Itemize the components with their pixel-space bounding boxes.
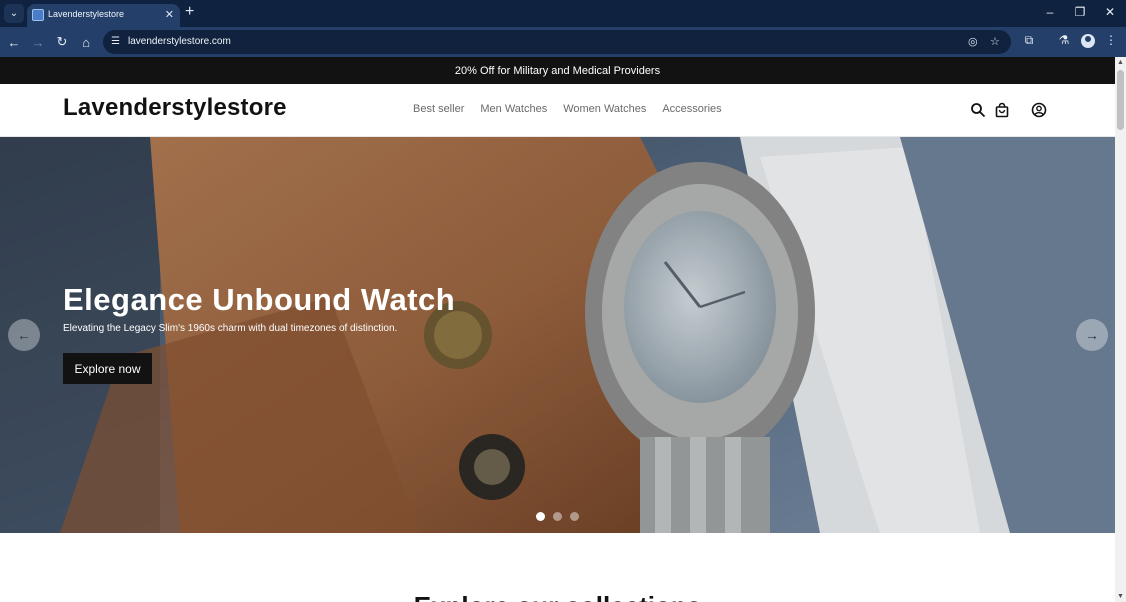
hero-title: Elegance Unbound Watch — [63, 282, 456, 317]
new-tab-icon[interactable]: + — [185, 3, 194, 21]
profile-avatar-icon[interactable] — [1081, 34, 1095, 48]
tab-title: Lavenderstylestore — [48, 9, 125, 19]
hero-slideshow: Elegance Unbound Watch Elevating the Leg… — [0, 137, 1115, 533]
address-bar[interactable]: ☰ lavenderstylestore.com ◎ ☆ — [103, 30, 1011, 54]
tab-strip: ⌄ Lavenderstylestore ✕ + – ❐ ✕ — [0, 0, 1126, 27]
tab-close-icon[interactable]: ✕ — [165, 8, 174, 21]
menu-item-accessories[interactable]: Accessories — [662, 103, 721, 115]
explore-now-button[interactable]: Explore now — [63, 353, 152, 384]
web-page: 20% Off for Military and Medical Provide… — [0, 57, 1115, 602]
account-icon[interactable] — [1031, 102, 1047, 118]
site-header: Lavenderstylestore Best seller Men Watch… — [0, 84, 1115, 137]
site-info-icon[interactable]: ☰ — [111, 36, 120, 47]
forward-icon[interactable]: → — [29, 33, 47, 51]
hero-subtitle: Elevating the Legacy Slim's 1960s charm … — [63, 323, 398, 334]
extensions-icon[interactable]: ⧉ — [1020, 33, 1038, 48]
close-window-icon[interactable]: ✕ — [1100, 5, 1120, 19]
slide-dot-3[interactable] — [570, 512, 579, 521]
page-scrollbar[interactable]: ▲ ▼ — [1115, 57, 1126, 602]
eye-off-icon[interactable]: ◎ — [968, 35, 978, 48]
search-icon[interactable] — [970, 102, 986, 118]
browser-toolbar: ← → ↻ ⌂ ☰ lavenderstylestore.com ◎ ☆ ⧉ ⚗… — [0, 27, 1126, 57]
menu-item-women-watches[interactable]: Women Watches — [563, 103, 646, 115]
menu-item-best-seller[interactable]: Best seller — [413, 103, 464, 115]
more-menu-icon[interactable]: ⋮ — [1102, 33, 1120, 47]
browser-chrome: ⌄ Lavenderstylestore ✕ + – ❐ ✕ ← → ↻ ⌂ ☰… — [0, 0, 1126, 57]
previous-slide-arrow-icon[interactable]: ← — [8, 319, 40, 351]
site-logo[interactable]: Lavenderstylestore — [63, 94, 287, 122]
scroll-up-arrow-icon[interactable]: ▲ — [1117, 59, 1124, 66]
menu-item-men-watches[interactable]: Men Watches — [480, 103, 547, 115]
restore-icon[interactable]: ❐ — [1070, 5, 1090, 19]
tab-lavenderstylestore[interactable]: Lavenderstylestore ✕ — [27, 4, 180, 27]
main-menu: Best seller Men Watches Women Watches Ac… — [413, 103, 722, 115]
favicon-icon — [32, 9, 44, 21]
announcement-text: 20% Off for Military and Medical Provide… — [454, 64, 661, 77]
labs-icon[interactable]: ⚗ — [1055, 33, 1073, 47]
reload-icon[interactable]: ↻ — [53, 33, 71, 51]
tab-search-icon[interactable]: ⌄ — [4, 4, 24, 23]
url-text[interactable]: lavenderstylestore.com — [128, 36, 231, 47]
bookmark-star-icon[interactable]: ☆ — [990, 35, 1000, 48]
hero-image — [0, 137, 1115, 533]
home-icon[interactable]: ⌂ — [77, 33, 95, 51]
slide-dots — [536, 512, 579, 521]
cart-bag-icon[interactable] — [994, 102, 1010, 118]
slide-dot-1[interactable] — [536, 512, 545, 521]
next-slide-arrow-icon[interactable]: → — [1076, 319, 1108, 351]
back-icon[interactable]: ← — [5, 33, 23, 51]
slide-dot-2[interactable] — [553, 512, 562, 521]
scroll-down-arrow-icon[interactable]: ▼ — [1117, 593, 1124, 600]
announcement-bar: 20% Off for Military and Medical Provide… — [0, 57, 1115, 84]
scroll-thumb[interactable] — [1117, 70, 1124, 130]
minimize-icon[interactable]: – — [1040, 5, 1060, 19]
collections-heading: Explore our collections — [0, 591, 1115, 602]
